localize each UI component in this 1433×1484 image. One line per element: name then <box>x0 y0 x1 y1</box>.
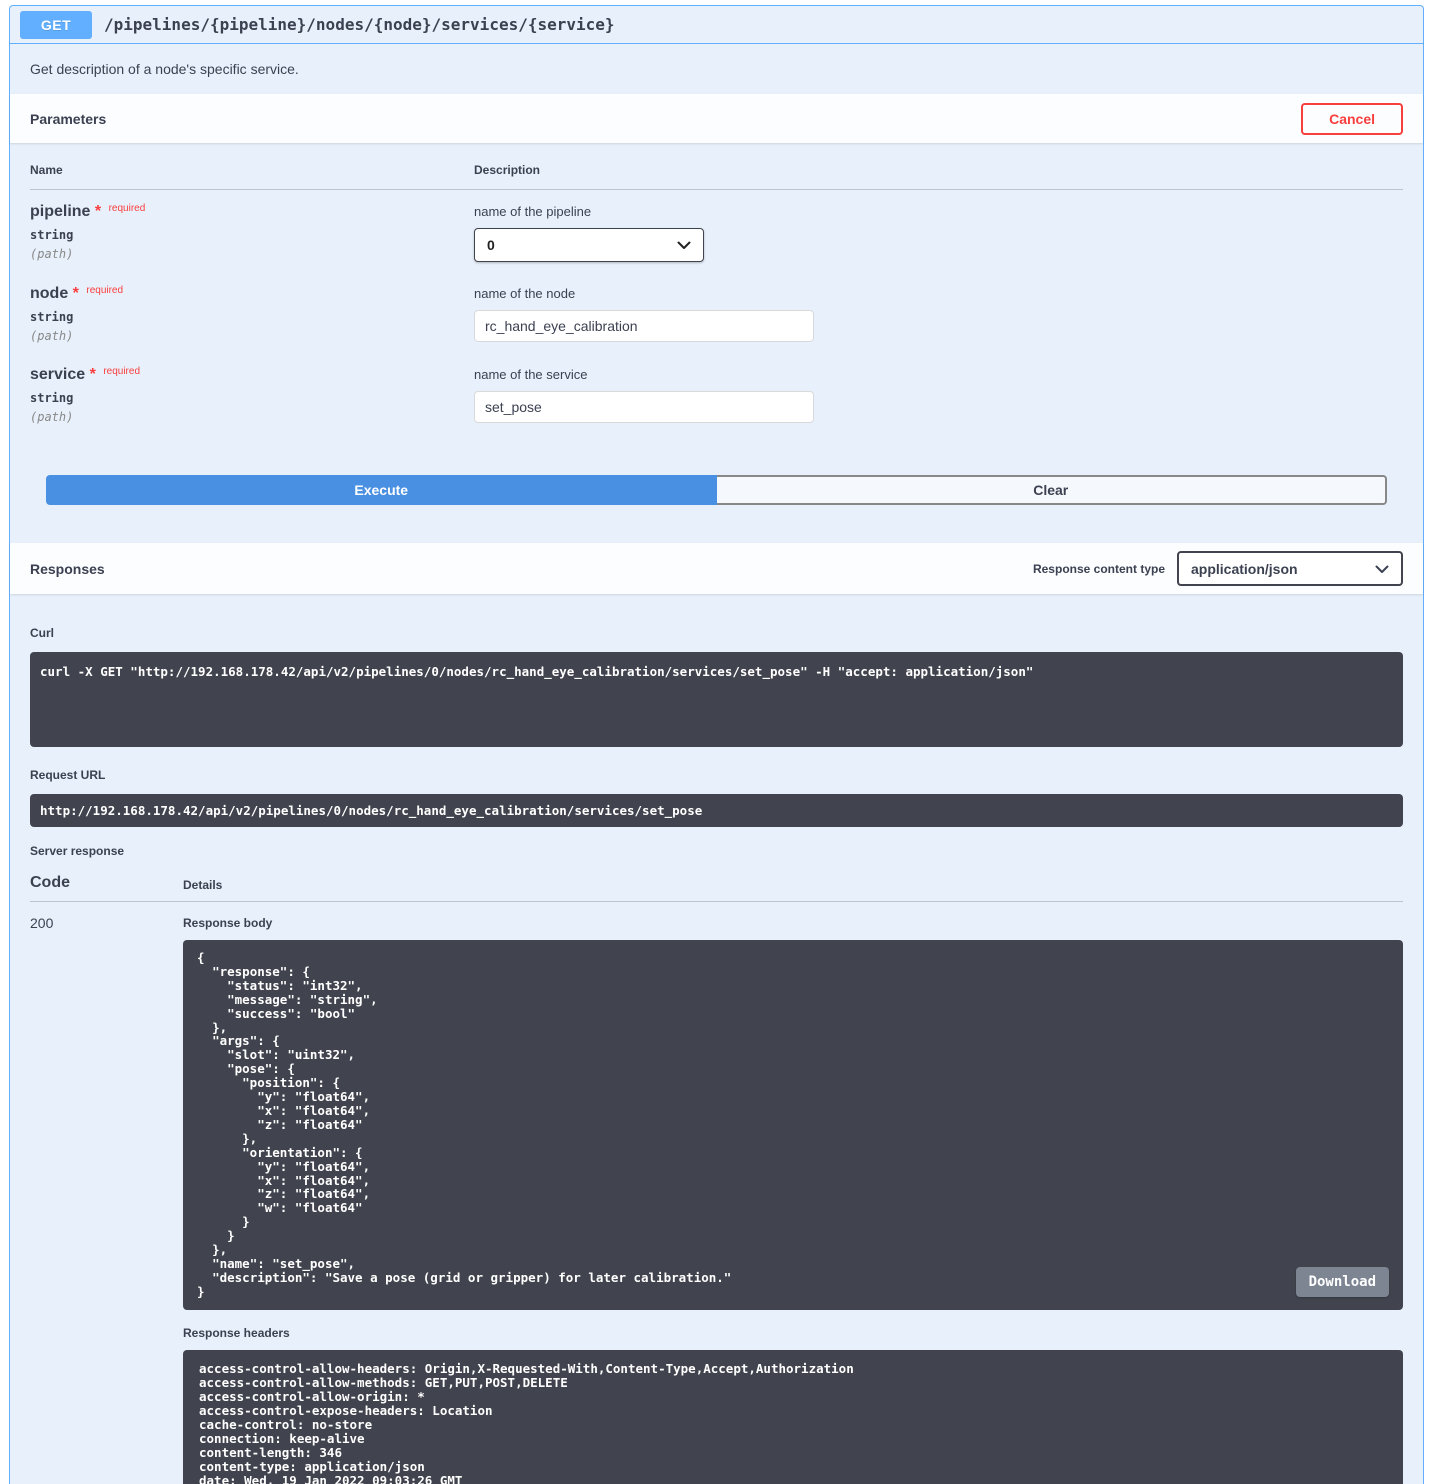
curl-label: Curl <box>30 626 1403 640</box>
parameters-section-header: Parameters Cancel <box>10 94 1423 143</box>
required-label: required <box>83 285 123 296</box>
pipeline-select-value: 0 <box>487 237 495 253</box>
parameters-table-head: Name Description <box>30 163 1403 190</box>
param-name: node * required <box>30 285 474 303</box>
responses-inner: Curl curl -X GET "http://192.168.178.42/… <box>10 594 1423 1484</box>
pipeline-select[interactable]: 0 <box>474 228 704 262</box>
param-location: (path) <box>30 410 474 424</box>
column-header-details: Details <box>183 878 1403 892</box>
param-row-service: service * required string (path) name of… <box>30 353 1403 434</box>
operation-description: Get description of a node's specific ser… <box>10 44 1423 94</box>
response-body-json: { "response": { "status": "int32", "mess… <box>197 951 1389 1299</box>
param-description: name of the service <box>474 367 1403 382</box>
response-headers-block: access-control-allow-headers: Origin,X-R… <box>183 1350 1403 1484</box>
response-headers: access-control-allow-headers: Origin,X-R… <box>199 1362 1387 1484</box>
clear-button[interactable]: Clear <box>717 475 1388 505</box>
column-header-description: Description <box>474 163 1403 177</box>
responses-title: Responses <box>30 561 105 577</box>
column-header-name: Name <box>30 163 474 177</box>
response-body-block: { "response": { "status": "int32", "mess… <box>183 940 1403 1310</box>
service-input[interactable] <box>474 391 814 423</box>
request-url-label: Request URL <box>30 768 1403 782</box>
required-label: required <box>106 203 146 214</box>
status-code: 200 <box>30 915 183 1484</box>
param-type: string <box>30 310 474 324</box>
server-response-title: Server response <box>30 844 1403 858</box>
param-name: pipeline * required <box>30 203 474 221</box>
param-row-pipeline: pipeline * required string (path) name o… <box>30 190 1403 272</box>
param-name: service * required <box>30 366 474 384</box>
required-label: required <box>100 366 140 377</box>
parameters-title: Parameters <box>30 111 106 127</box>
required-star: * <box>73 285 79 302</box>
column-header-code: Code <box>30 874 183 892</box>
server-response-row: 200 Response body { "response": { "statu… <box>30 902 1403 1484</box>
node-input[interactable] <box>474 310 814 342</box>
swagger-page: GET /pipelines/{pipeline}/nodes/{node}/s… <box>0 0 1433 1484</box>
http-method-badge: GET <box>20 11 92 39</box>
endpoint-path: /pipelines/{pipeline}/nodes/{node}/servi… <box>104 15 615 34</box>
chevron-down-icon <box>677 237 691 253</box>
response-body-label: Response body <box>183 916 1403 930</box>
response-content-type-label: Response content type <box>1033 562 1165 576</box>
execute-wrapper: Execute Clear <box>30 434 1403 525</box>
param-description: name of the node <box>474 286 1403 301</box>
response-content-type-select[interactable]: application/json <box>1177 551 1403 586</box>
curl-command-block[interactable]: curl -X GET "http://192.168.178.42/api/v… <box>30 652 1403 747</box>
responses-section-header: Responses Response content type applicat… <box>10 543 1423 594</box>
request-url: http://192.168.178.42/api/v2/pipelines/0… <box>40 803 1393 818</box>
curl-command: curl -X GET "http://192.168.178.42/api/v… <box>40 664 1393 679</box>
required-star: * <box>90 366 96 383</box>
get-operation-block: GET /pipelines/{pipeline}/nodes/{node}/s… <box>9 5 1424 1484</box>
param-description: name of the pipeline <box>474 204 1403 219</box>
param-type: string <box>30 391 474 405</box>
param-location: (path) <box>30 247 474 261</box>
download-button[interactable]: Download <box>1296 1267 1389 1297</box>
param-row-node: node * required string (path) name of th… <box>30 272 1403 353</box>
response-headers-label: Response headers <box>183 1326 1403 1340</box>
server-response-table-head: Code Details <box>30 874 1403 902</box>
request-url-block: http://192.168.178.42/api/v2/pipelines/0… <box>30 794 1403 827</box>
chevron-down-icon <box>1375 561 1389 577</box>
param-location: (path) <box>30 329 474 343</box>
response-content-type-value: application/json <box>1191 561 1298 577</box>
execute-button[interactable]: Execute <box>46 475 717 505</box>
param-type: string <box>30 228 474 242</box>
cancel-button[interactable]: Cancel <box>1301 103 1403 135</box>
required-star: * <box>95 203 101 220</box>
operation-summary[interactable]: GET /pipelines/{pipeline}/nodes/{node}/s… <box>10 6 1423 44</box>
parameters-table: Name Description pipeline * required str… <box>10 143 1423 543</box>
